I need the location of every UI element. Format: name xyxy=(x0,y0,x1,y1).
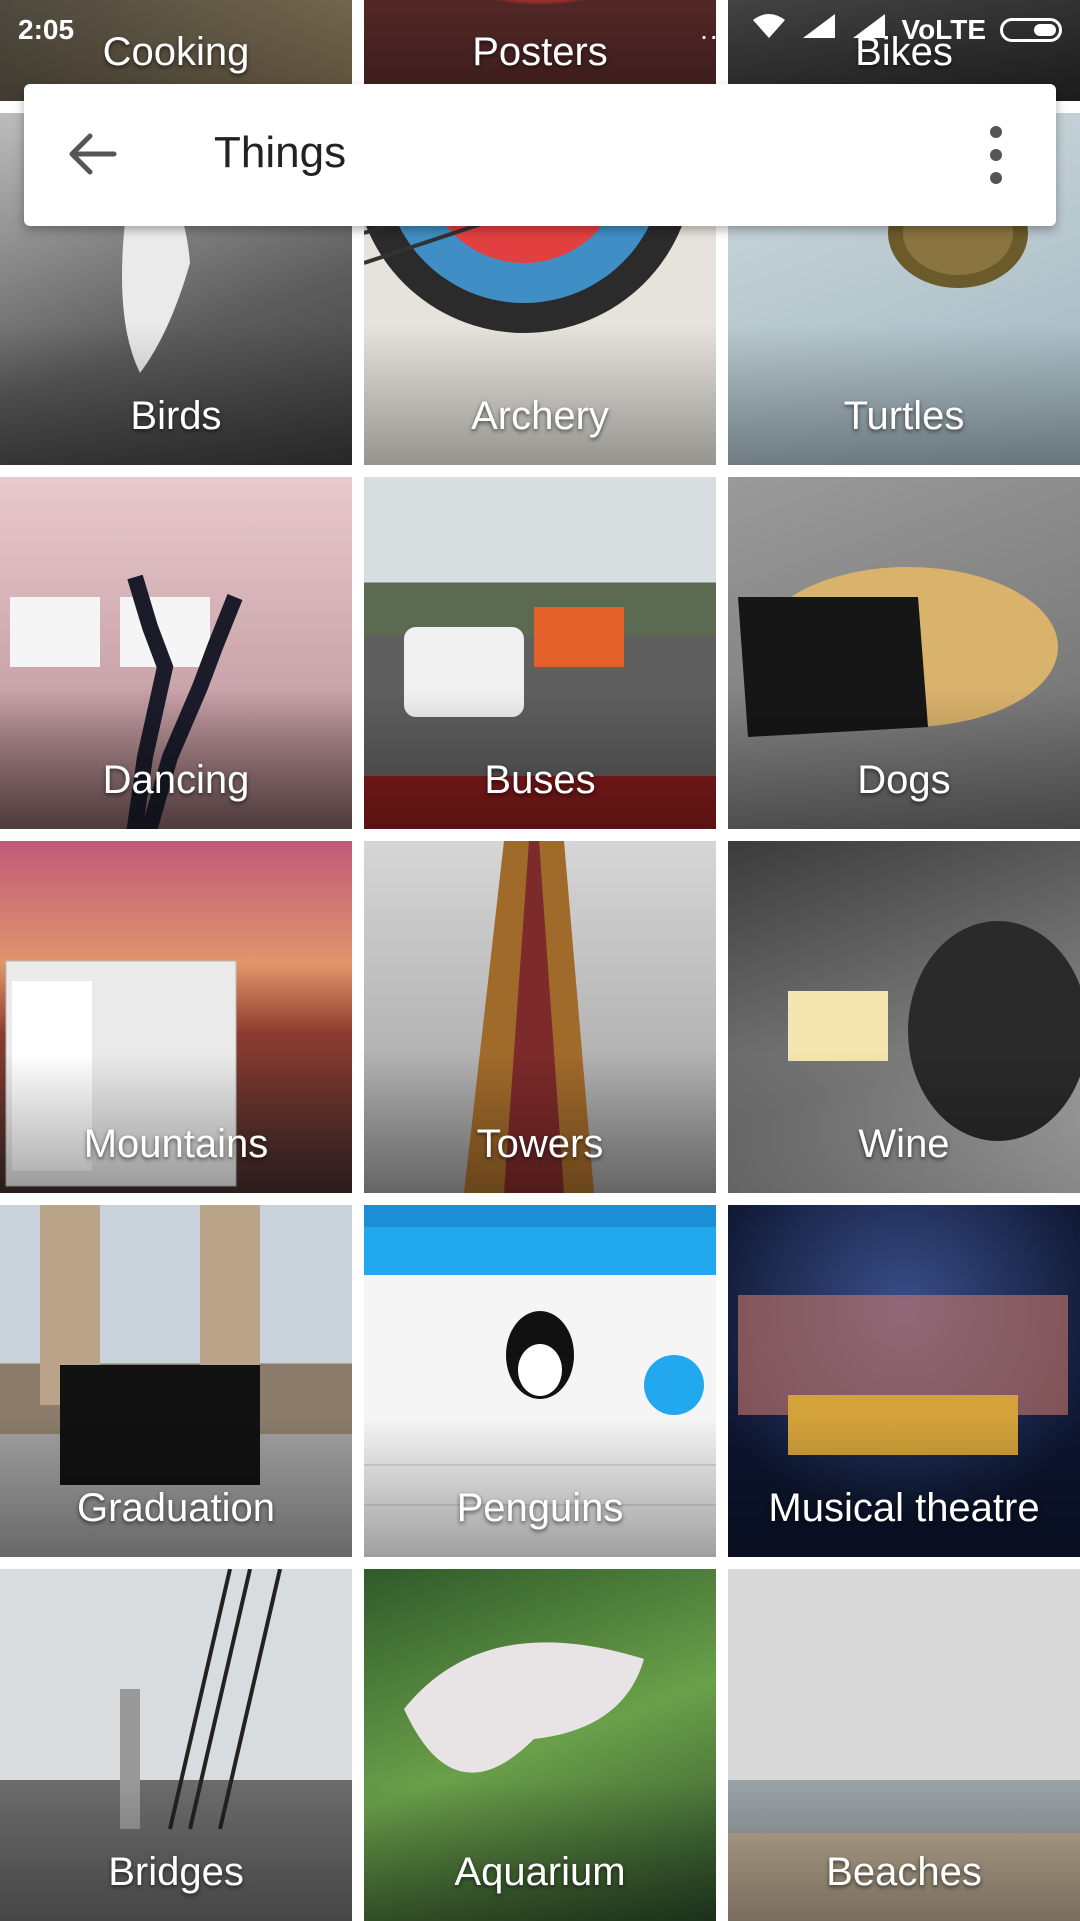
category-tile-dancing[interactable]: Dancing xyxy=(0,477,352,829)
tile-label: Towers xyxy=(476,1122,604,1166)
category-tile-beaches[interactable]: Beaches xyxy=(728,1569,1080,1921)
tile-label: Beaches xyxy=(826,1850,982,1894)
category-tile-penguins[interactable]: Penguins xyxy=(364,1205,716,1557)
category-tile-graduation[interactable]: Graduation xyxy=(0,1205,352,1557)
tile-label: Turtles xyxy=(843,394,965,438)
tile-label: Bridges xyxy=(108,1850,244,1894)
tile-label: Aquarium xyxy=(454,1850,626,1894)
category-tile-towers[interactable]: Towers xyxy=(364,841,716,1193)
back-button[interactable] xyxy=(64,126,120,182)
category-tile-wine[interactable]: Wine xyxy=(728,841,1080,1193)
tile-label: Birds xyxy=(130,394,222,438)
category-tile-mountains[interactable]: Mountains xyxy=(0,841,352,1193)
category-tile-aquarium[interactable]: Aquarium xyxy=(364,1569,716,1921)
signal-icon-2 xyxy=(851,12,887,47)
more-options-button[interactable] xyxy=(988,124,1004,186)
back-arrow-icon xyxy=(69,133,117,175)
category-tile-dogs[interactable]: Dogs xyxy=(728,477,1080,829)
category-grid: Cooking Posters Bikes Birds Archery Turt… xyxy=(0,0,1080,1921)
tile-label: Mountains xyxy=(83,1122,269,1166)
status-dots: ... xyxy=(700,13,730,45)
top-toolbar: Things xyxy=(24,84,1056,226)
tile-label: Wine xyxy=(858,1122,950,1166)
tile-label: Dancing xyxy=(102,758,250,802)
more-vert-icon xyxy=(990,126,1002,184)
tile-label: Buses xyxy=(484,758,596,802)
category-tile-bridges[interactable]: Bridges xyxy=(0,1569,352,1921)
wifi-icon xyxy=(751,12,787,47)
status-time: 2:05 xyxy=(18,14,75,45)
tile-label: Archery xyxy=(471,394,609,438)
tile-label: Graduation xyxy=(77,1486,275,1530)
category-tile-musical-theatre[interactable]: Musical theatre xyxy=(728,1205,1080,1557)
status-bar: 2:05 ... VoLTE xyxy=(0,0,1080,60)
signal-icon xyxy=(801,12,837,47)
battery-icon xyxy=(1000,17,1062,42)
tile-label: Penguins xyxy=(456,1486,624,1530)
tile-label: Dogs xyxy=(857,758,951,802)
tile-label: Musical theatre xyxy=(768,1486,1040,1530)
network-type: VoLTE xyxy=(901,13,986,45)
status-icons: ... VoLTE xyxy=(700,12,1062,47)
category-tile-buses[interactable]: Buses xyxy=(364,477,716,829)
page-title: Things xyxy=(214,128,347,177)
